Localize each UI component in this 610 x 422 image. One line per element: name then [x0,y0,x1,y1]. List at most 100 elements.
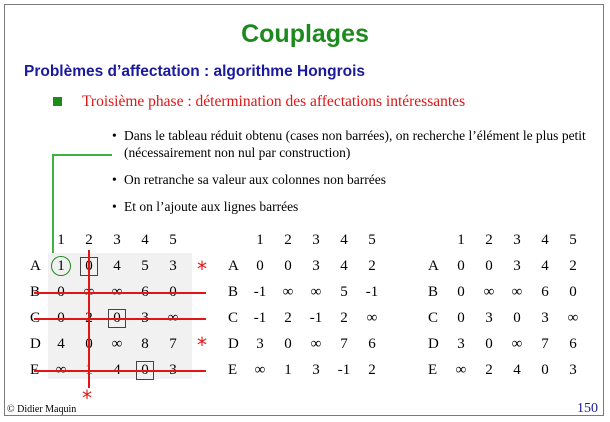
row-header: E [228,362,238,378]
matrix-cell: 0 [569,284,577,300]
row-header: B [428,284,439,300]
row-header: A [228,258,239,274]
matrix-cell: 7 [169,336,177,352]
matrix-cell: 6 [368,336,376,352]
matrix-cell: -1 [365,284,379,300]
matrix-cell: 0 [541,362,549,378]
matrix-cell: ∞ [567,310,579,326]
matrix-cell: ∞ [455,362,467,378]
matrix-cell: 0 [485,258,493,274]
page-number: 150 [577,401,598,416]
row-b-strike [34,292,206,294]
matrix-cell: 0 [457,310,465,326]
row-header: D [428,336,439,352]
row-header: D [30,336,41,352]
matrix-cell: 0 [457,284,465,300]
matrix-cell: 2 [340,310,348,326]
column-header: 3 [513,232,521,248]
matrix-cell: 0 [457,258,465,274]
matrix-cell: 5 [141,258,149,274]
bullet-dot-icon: • [112,199,117,214]
column-header: 4 [141,232,149,248]
column-2-strike [88,250,90,388]
matrix-cell: 3 [513,258,521,274]
row-header: A [428,258,439,274]
matrix-cell: 7 [340,336,348,352]
column-2-star: * [82,386,92,410]
bullet-item: • Et on l’ajoute aux lignes barrées [112,198,602,215]
row-header: A [30,258,41,274]
column-header: 5 [368,232,376,248]
matrix-cell: 3 [541,310,549,326]
matrix-cell: 2 [569,258,577,274]
matrix-cell: 4 [57,336,65,352]
matrix-cell: 4 [113,258,121,274]
matrix-cell: 2 [485,362,493,378]
matrix-cell: ∞ [310,284,322,300]
matrix-cell: 5 [340,284,348,300]
slide-subtitle: Problèmes d’affectation : algorithme Hon… [24,63,366,80]
matrix-cell: 4 [541,258,549,274]
connector-line [52,154,112,156]
matrix-cell: 0 [256,258,264,274]
matrix-cell: 3 [485,310,493,326]
matrix-cell: 6 [569,336,577,352]
matrix-cell: -1 [253,310,267,326]
column-header: 4 [541,232,549,248]
matrix-cell: 2 [368,258,376,274]
matrix-cell: 0 [513,310,521,326]
matrix-cell: 3 [256,336,264,352]
column-header: 1 [57,232,65,248]
column-header: 2 [485,232,493,248]
row-header: E [428,362,438,378]
matrix-cell: 7 [541,336,549,352]
matrix-cell: ∞ [511,284,523,300]
bullet-dot-icon: • [112,172,117,187]
bullet-text: On retranche sa valeur aux colonnes non … [124,172,387,187]
row-e-strike [34,370,206,372]
column-header: 5 [569,232,577,248]
column-header: 3 [312,232,320,248]
slide-title: Couplages [241,20,369,48]
matrix-cell: ∞ [483,284,495,300]
matrix-cell: -1 [253,284,267,300]
column-header: 2 [284,232,292,248]
matrix-cell: 3 [169,258,177,274]
matrix-cell: ∞ [366,310,378,326]
matrix-cell: ∞ [310,336,322,352]
matrix-cell: ∞ [254,362,266,378]
matrix-cell: 6 [541,284,549,300]
bullet-item: • Dans le tableau réduit obtenu (cases n… [112,127,602,161]
matrix-cell: 2 [284,310,292,326]
row-header: D [228,336,239,352]
row-d-star: * [197,333,207,357]
bullet-text: Et on l’ajoute aux lignes barrées [124,199,299,214]
matrix-cell: -1 [337,362,351,378]
footer-copyright: © Didier Maquin [7,404,77,415]
matrix-cell: ∞ [111,336,123,352]
square-bullet-icon [53,97,62,106]
bullet-dot-icon: • [112,128,117,143]
matrix-cell: 0 [284,258,292,274]
column-header: 1 [256,232,264,248]
matrix-cell: 3 [457,336,465,352]
matrix-cell: 2 [368,362,376,378]
bullet-list: • Dans le tableau réduit obtenu (cases n… [112,127,602,225]
matrix-cell: 1 [48,253,74,279]
row-header: C [428,310,439,326]
matrix-cell: ∞ [282,284,294,300]
matrix-cell: ∞ [511,336,523,352]
row-a-star: * [197,257,207,281]
column-header: 1 [457,232,465,248]
matrix-cell: 3 [312,362,320,378]
bullet-text: Dans le tableau réduit obtenu (cases non… [124,128,586,160]
matrix-cell: 1 [284,362,292,378]
column-header: 3 [113,232,121,248]
row-header: B [228,284,239,300]
column-header: 4 [340,232,348,248]
row-c-strike [34,318,206,320]
row-header: C [228,310,239,326]
matrix-cell: 4 [513,362,521,378]
matrix-cell: -1 [309,310,323,326]
matrix-cell: 3 [569,362,577,378]
